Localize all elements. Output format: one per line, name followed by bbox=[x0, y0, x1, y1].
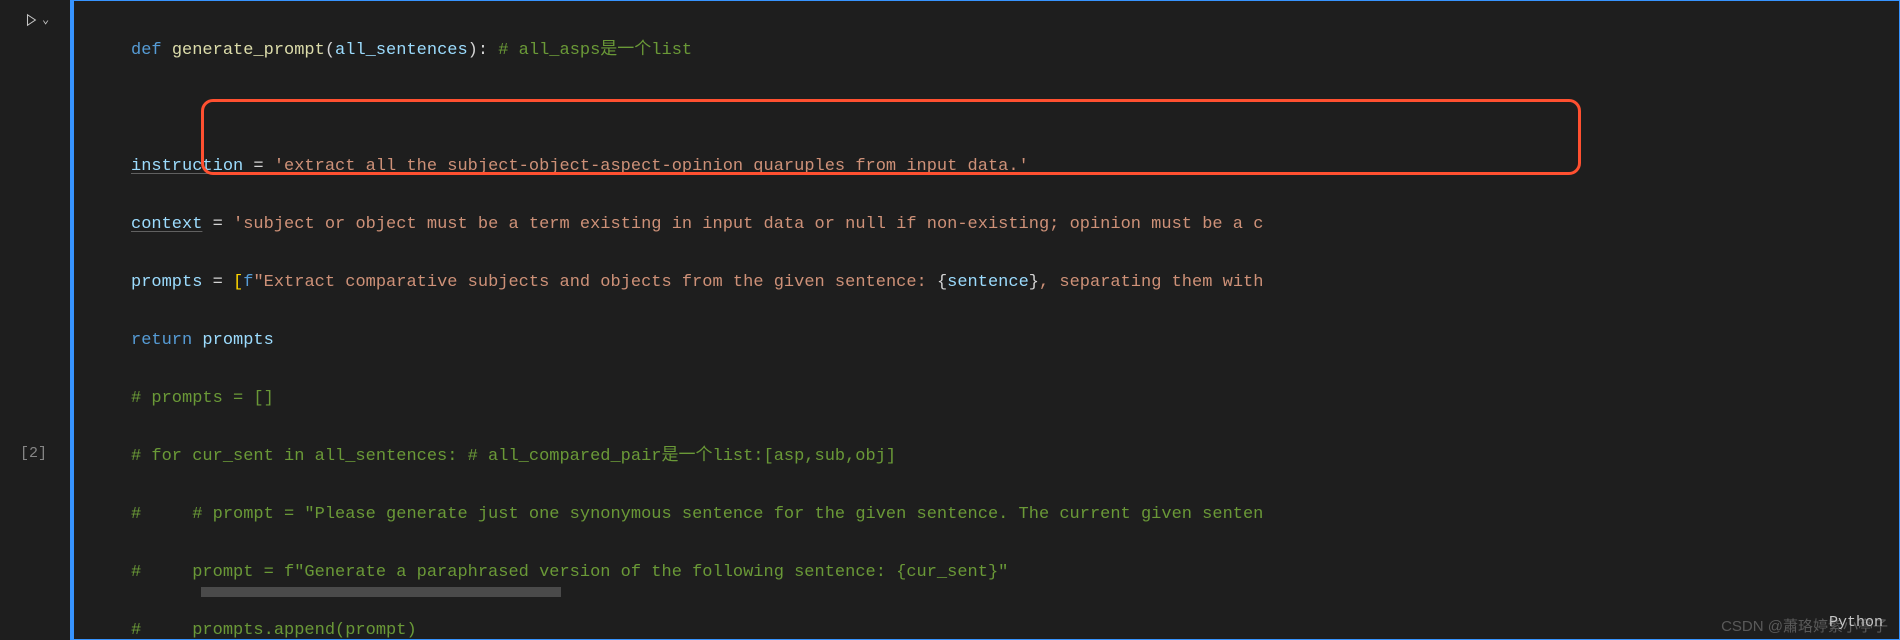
run-cell-button[interactable]: ⌄ bbox=[24, 12, 49, 27]
watermark: CSDN @蕭珞婷紫小亭子 bbox=[1721, 615, 1888, 636]
comment-3: # # prompt = "Please generate just one s… bbox=[131, 500, 1263, 529]
str-a: "Extract comparative subjects and object… bbox=[253, 268, 937, 297]
var-prompts: prompts bbox=[131, 268, 202, 297]
code-content[interactable]: def generate_prompt(all_sentences): # al… bbox=[71, 7, 1899, 640]
str-context: 'subject or object must be a term existi… bbox=[233, 210, 1263, 239]
str-b: , separating them with bbox=[1039, 268, 1263, 297]
var-context: context bbox=[131, 210, 202, 239]
keyword-def: def bbox=[131, 36, 162, 65]
var-instruction: instruction bbox=[131, 152, 243, 181]
horizontal-scrollbar[interactable] bbox=[201, 587, 561, 597]
comment-5: # prompts.append(prompt) bbox=[131, 616, 417, 640]
comment-1: # prompts = [] bbox=[131, 384, 274, 413]
run-dropdown-icon[interactable]: ⌄ bbox=[42, 12, 49, 27]
gutter: ⌄ [2] bbox=[0, 0, 70, 640]
code-cell[interactable]: def generate_prompt(all_sentences): # al… bbox=[70, 0, 1900, 640]
editor-container: ⌄ [2] def generate_prompt(all_sentences)… bbox=[0, 0, 1900, 640]
cell-exec-count: [2] bbox=[20, 445, 47, 462]
param: all_sentences bbox=[335, 36, 468, 65]
comment-4: # prompt = f"Generate a paraphrased vers… bbox=[131, 558, 1008, 587]
bracket-open: [ bbox=[233, 268, 243, 297]
brace-r: } bbox=[1029, 268, 1039, 297]
interp-var: sentence bbox=[947, 268, 1029, 297]
fstring-prefix: f bbox=[243, 268, 253, 297]
comment-2: # for cur_sent in all_sentences: # all_c… bbox=[131, 442, 896, 471]
str-instruction: 'extract all the subject-object-aspect-o… bbox=[274, 152, 1029, 181]
return-var: prompts bbox=[202, 326, 273, 355]
brace-l: { bbox=[937, 268, 947, 297]
keyword-return: return bbox=[131, 326, 192, 355]
func-name: generate_prompt bbox=[172, 36, 325, 65]
comment: # all_asps是一个list bbox=[498, 36, 692, 65]
